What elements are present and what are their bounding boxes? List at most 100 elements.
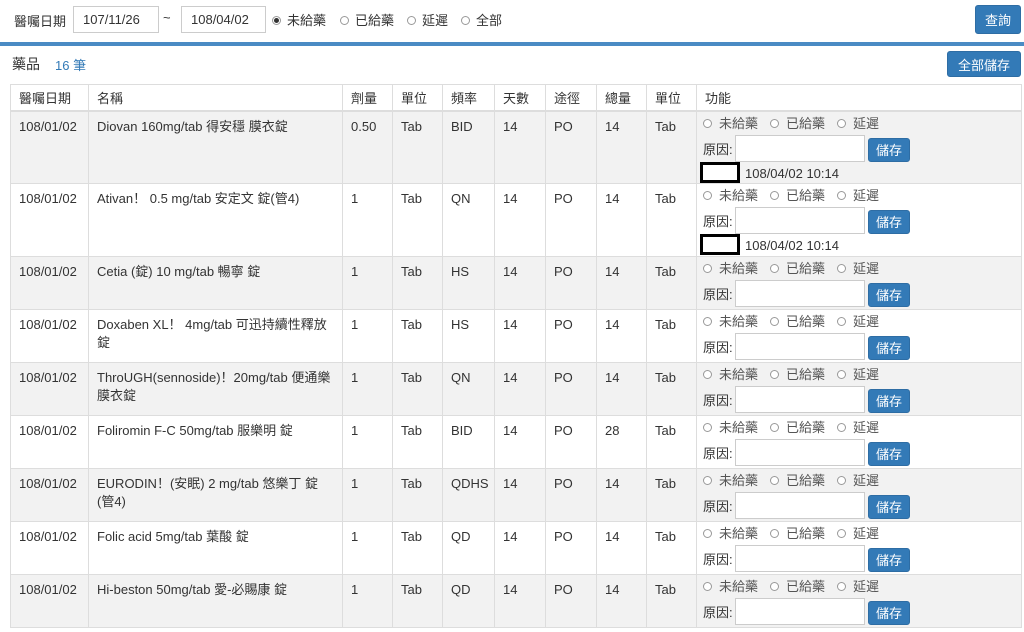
- status-option-not-given[interactable]: 未給藥: [703, 115, 758, 133]
- status-option-delayed[interactable]: 延遲: [837, 419, 879, 437]
- filter-option-all[interactable]: 全部: [461, 10, 502, 29]
- table-row: 108/01/02 Foliromin F-C 50mg/tab 服樂明 錠 1 Ta…: [10, 415, 1022, 469]
- radio-icon[interactable]: [837, 582, 847, 592]
- radio-icon[interactable]: [703, 582, 712, 592]
- filter-option-delayed[interactable]: 延遲: [407, 10, 448, 29]
- save-all-button[interactable]: 全部儲存: [947, 51, 1021, 77]
- save-button[interactable]: 儲存: [868, 137, 910, 162]
- save-button[interactable]: 儲存: [868, 210, 910, 234]
- col-header-days: 天數: [494, 84, 546, 112]
- status-option-given[interactable]: 已給藥: [770, 578, 825, 596]
- radio-icon[interactable]: [837, 118, 847, 128]
- reason-label: 原因:: [703, 393, 733, 408]
- save-button[interactable]: 儲存: [868, 601, 910, 625]
- reason-input[interactable]: [735, 545, 865, 572]
- radio-icon[interactable]: [770, 529, 780, 539]
- radio-icon[interactable]: [770, 264, 780, 274]
- reason-input[interactable]: [735, 386, 865, 413]
- radio-icon[interactable]: [703, 476, 712, 486]
- cell-route: PO: [545, 256, 597, 310]
- radio-icon[interactable]: [703, 118, 712, 128]
- status-option-not-given[interactable]: 未給藥: [703, 578, 758, 596]
- status-option-delayed[interactable]: 延遲: [837, 525, 879, 543]
- radio-icon[interactable]: [770, 317, 780, 327]
- status-option-delayed[interactable]: 延遲: [837, 472, 879, 490]
- reason-input[interactable]: [735, 598, 865, 625]
- radio-icon[interactable]: [703, 264, 712, 274]
- reason-input[interactable]: [735, 333, 865, 360]
- radio-icon[interactable]: [837, 191, 847, 201]
- status-option-given[interactable]: 已給藥: [770, 472, 825, 490]
- radio-icon[interactable]: [770, 423, 780, 433]
- reason-input[interactable]: [735, 439, 865, 466]
- save-button[interactable]: 儲存: [868, 548, 910, 572]
- radio-icon[interactable]: [837, 476, 847, 486]
- radio-icon[interactable]: [837, 423, 847, 433]
- status-option-not-given[interactable]: 未給藥: [703, 313, 758, 331]
- radio-icon[interactable]: [407, 16, 416, 26]
- radio-icon[interactable]: [770, 191, 780, 201]
- status-option-label: 延遲: [853, 367, 880, 382]
- status-option-given[interactable]: 已給藥: [770, 260, 825, 278]
- reason-label: 原因:: [703, 214, 733, 229]
- reason-input[interactable]: [735, 492, 865, 519]
- cell-unit: Tab: [392, 574, 443, 628]
- status-option-given[interactable]: 已給藥: [770, 115, 825, 133]
- reason-input[interactable]: [735, 134, 865, 162]
- status-option-given[interactable]: 已給藥: [770, 419, 825, 437]
- reason-label: 原因:: [703, 552, 733, 567]
- filter-option-not-given[interactable]: 未給藥: [272, 10, 326, 29]
- reason-input[interactable]: [735, 280, 865, 307]
- status-option-not-given[interactable]: 未給藥: [703, 366, 758, 384]
- status-option-given[interactable]: 已給藥: [770, 313, 825, 331]
- status-option-given[interactable]: 已給藥: [770, 187, 825, 205]
- save-button[interactable]: 儲存: [868, 389, 910, 413]
- radio-icon[interactable]: [837, 317, 847, 327]
- status-option-not-given[interactable]: 未給藥: [703, 260, 758, 278]
- radio-icon[interactable]: [770, 118, 780, 128]
- status-option-not-given[interactable]: 未給藥: [703, 525, 758, 543]
- reason-row: 原因: 儲存: [703, 545, 1015, 573]
- cell-route: PO: [545, 415, 597, 469]
- radio-icon[interactable]: [703, 317, 712, 327]
- save-button[interactable]: 儲存: [868, 336, 910, 360]
- radio-icon[interactable]: [461, 16, 470, 26]
- table-row: 108/01/02 EURODIN！(安眠) 2 mg/tab 悠樂丁 錠(管4)…: [10, 468, 1022, 522]
- status-option-not-given[interactable]: 未給藥: [703, 187, 758, 205]
- radio-icon[interactable]: [340, 16, 349, 26]
- radio-icon[interactable]: [837, 529, 847, 539]
- save-button[interactable]: 儲存: [868, 283, 910, 307]
- radio-icon[interactable]: [837, 264, 847, 274]
- cell-total: 14: [596, 574, 647, 628]
- status-option-not-given[interactable]: 未給藥: [703, 419, 758, 437]
- radio-icon[interactable]: [703, 423, 712, 433]
- date-range-separator: ~: [163, 10, 171, 25]
- radio-icon[interactable]: [837, 370, 847, 380]
- radio-icon[interactable]: [703, 370, 712, 380]
- save-button[interactable]: 儲存: [868, 495, 910, 519]
- save-button[interactable]: 儲存: [868, 442, 910, 466]
- status-option-delayed[interactable]: 延遲: [837, 260, 879, 278]
- reason-row: 原因: 儲存: [703, 439, 1015, 467]
- date-to-input[interactable]: [181, 6, 266, 33]
- status-option-given[interactable]: 已給藥: [770, 366, 825, 384]
- reason-input[interactable]: [735, 207, 865, 234]
- cell-unit: Tab: [392, 256, 443, 310]
- radio-icon[interactable]: [770, 582, 780, 592]
- status-option-given[interactable]: 已給藥: [770, 525, 825, 543]
- radio-icon[interactable]: [703, 191, 712, 201]
- radio-icon[interactable]: [770, 370, 780, 380]
- date-from-input[interactable]: [73, 6, 159, 33]
- radio-icon[interactable]: [770, 476, 780, 486]
- status-option-delayed[interactable]: 延遲: [837, 366, 879, 384]
- status-option-delayed[interactable]: 延遲: [837, 115, 879, 133]
- status-option-delayed[interactable]: 延遲: [837, 187, 879, 205]
- status-option-delayed[interactable]: 延遲: [837, 578, 879, 596]
- cell-order-date: 108/01/02: [10, 415, 89, 469]
- filter-option-given[interactable]: 已給藥: [340, 10, 394, 29]
- radio-selected-icon[interactable]: [272, 16, 281, 26]
- radio-icon[interactable]: [703, 529, 712, 539]
- query-button[interactable]: 查詢: [975, 5, 1021, 34]
- status-option-delayed[interactable]: 延遲: [837, 313, 879, 331]
- status-option-not-given[interactable]: 未給藥: [703, 472, 758, 490]
